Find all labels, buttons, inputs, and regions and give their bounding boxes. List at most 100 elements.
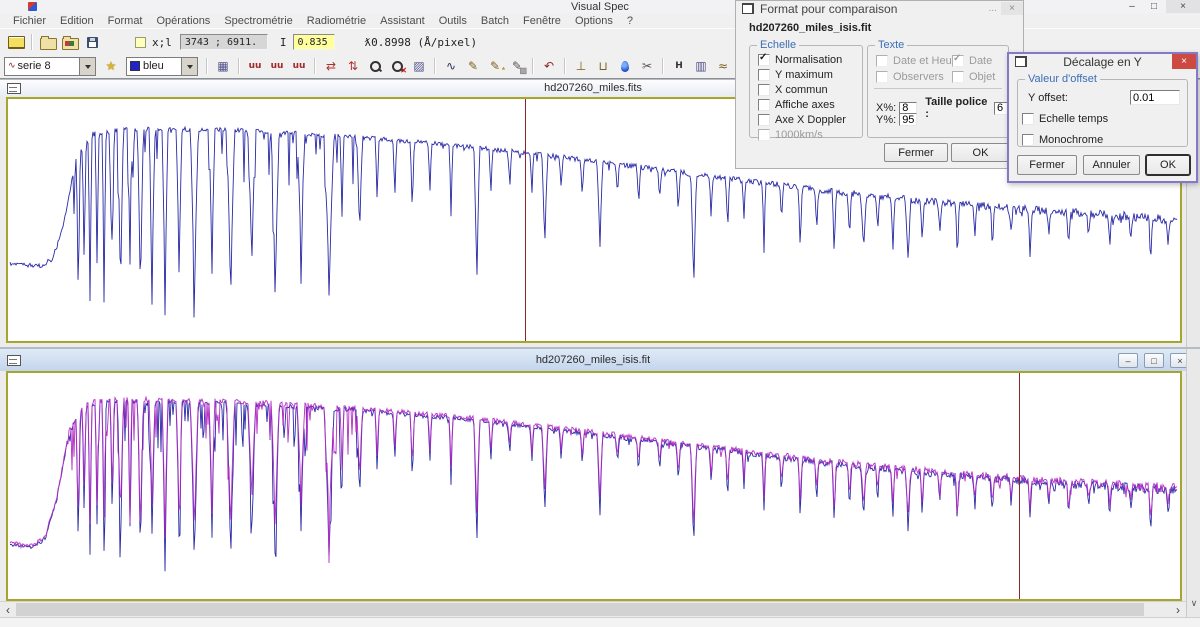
overlay-series-1-icon[interactable]: uu [245, 57, 265, 76]
response-pencil-icon[interactable]: ✎▨ [507, 57, 527, 76]
checkbox-icon: ✓ [952, 55, 964, 67]
texte-option-date: ✓Date [952, 54, 1008, 67]
format-dialog-title-bar[interactable]: Format pour comparaison ... × [736, 1, 1023, 16]
series-select[interactable]: ∿ serie 8 [4, 57, 96, 76]
menu-item-spectrom-trie[interactable]: Spectrométrie [217, 15, 299, 27]
color-select[interactable]: bleu [126, 57, 198, 76]
window2-maximize-button[interactable]: □ [1144, 353, 1164, 368]
format-fermer-button[interactable]: Fermer [884, 143, 948, 162]
scrollbar-thumb[interactable] [16, 603, 1144, 616]
scrollbar-track[interactable] [16, 602, 1170, 617]
close-button[interactable]: × [1166, 0, 1200, 13]
format-dialog-close-icon[interactable]: × [1001, 2, 1023, 15]
y-percent-input[interactable] [899, 113, 917, 126]
shift-x-icon[interactable]: ⇄ [321, 57, 341, 76]
checkbox-icon [952, 71, 964, 83]
checkbox-icon[interactable] [1022, 113, 1034, 125]
offset-option-monochrome[interactable]: Monochrome [1022, 133, 1187, 146]
window2-edge-strip: ∨ [1186, 349, 1200, 617]
menu-item-help[interactable]: ? [620, 15, 640, 27]
maximize-button[interactable]: □ [1144, 0, 1164, 13]
echelle-option-affiche-axes[interactable]: Affiche axes [758, 98, 862, 111]
offset-ok-button[interactable]: OK [1146, 155, 1190, 175]
wand-icon[interactable]: ★ [101, 57, 121, 76]
spectrum-plot-2[interactable] [6, 371, 1182, 601]
minimize-button[interactable]: – [1122, 0, 1142, 13]
open-profile-icon[interactable] [38, 33, 58, 52]
data-table-icon[interactable]: ▦ [213, 57, 233, 76]
window2-minimize-button[interactable]: – [1118, 353, 1138, 368]
menu-item-outils[interactable]: Outils [432, 15, 474, 27]
window2-title: hd207260_miles_isis.fit [0, 354, 1186, 366]
menu-item-op-rations[interactable]: Opérations [150, 15, 218, 27]
menu-item-batch[interactable]: Batch [474, 15, 516, 27]
marker-checkbox[interactable] [135, 37, 146, 48]
slope-pencil-icon[interactable]: ✎ [463, 57, 483, 76]
smooth-icon[interactable]: ≈ [713, 57, 733, 76]
font-size-input[interactable] [994, 102, 1008, 115]
echelle-option-normalisation[interactable]: ✓ Normalisation [758, 53, 862, 66]
checkbox-icon[interactable]: ✓ [758, 54, 770, 66]
wavelength-cursor-2 [1019, 373, 1020, 599]
offset-option-echelle-temps[interactable]: Echelle temps [1022, 112, 1187, 125]
offset-annuler-button[interactable]: Annuler [1083, 155, 1140, 175]
menu-item-fichier[interactable]: Fichier [6, 15, 53, 27]
offset-fermer-button[interactable]: Fermer [1017, 155, 1077, 175]
open-compare-icon[interactable] [60, 33, 80, 52]
app-icon [28, 2, 37, 11]
checkbox-label: Objet [969, 71, 995, 83]
series-drawer-icon[interactable] [6, 33, 26, 52]
continuum-icon[interactable]: ⊔ [593, 57, 613, 76]
scroll-right-icon[interactable]: › [1170, 602, 1186, 617]
save-icon[interactable] [82, 33, 102, 52]
menu-item-radiom-trie[interactable]: Radiométrie [300, 15, 373, 27]
color-dropdown-arrow-icon[interactable] [181, 58, 197, 75]
echelle-option-x-commun[interactable]: X commun [758, 83, 862, 96]
checkbox-icon[interactable] [758, 84, 770, 96]
format-ok-button[interactable]: OK [951, 143, 1010, 162]
y-offset-input[interactable] [1130, 90, 1180, 105]
checkbox-label: Observers [893, 71, 944, 83]
horizontal-scrollbar[interactable]: ‹ › [0, 601, 1186, 617]
menu-item-fen-tre[interactable]: Fenêtre [516, 15, 568, 27]
shift-y-icon[interactable]: ⇅ [343, 57, 363, 76]
scroll-down-icon[interactable]: ∨ [1187, 598, 1200, 609]
y-percent-label: Y%: [876, 114, 896, 126]
checkbox-icon[interactable] [758, 69, 770, 81]
peaks-search-icon[interactable]: ∿ [441, 57, 461, 76]
scroll-left-icon[interactable]: ‹ [0, 602, 16, 617]
echelle-option-axe-x-doppler[interactable]: Axe X Doppler [758, 113, 862, 126]
unzoom-icon[interactable]: ✕ [387, 57, 407, 76]
undo-curve-icon[interactable]: ↶ [539, 57, 559, 76]
checkbox-icon [876, 55, 888, 67]
checkbox-icon[interactable] [758, 99, 770, 111]
checkbox-icon[interactable] [758, 114, 770, 126]
overlay-series-3-icon[interactable]: uu [289, 57, 309, 76]
checkbox-label: X commun [775, 84, 828, 96]
intensity-label: I [280, 36, 287, 49]
filter-icon[interactable]: ▥ [691, 57, 711, 76]
options-icon[interactable]: ... [985, 3, 1001, 14]
overlay-series-2-icon[interactable]: uu [267, 57, 287, 76]
checkbox-icon[interactable] [1022, 134, 1034, 146]
echelle-option-y-maximum[interactable]: Y maximum [758, 68, 862, 81]
checkbox-label: Normalisation [775, 54, 842, 66]
zoom-icon[interactable] [365, 57, 385, 76]
echelle-group: Echelle ✓NormalisationY maximumX communA… [749, 45, 863, 138]
coord-label: x;l [152, 36, 172, 49]
offset-dialog-title-bar[interactable]: Décalage en Y × [1009, 54, 1196, 69]
element-lines-icon[interactable]: H [669, 57, 689, 76]
color-select-value: bleu [143, 60, 164, 72]
flip-image-icon[interactable]: ▨ [409, 57, 429, 76]
menu-item-format[interactable]: Format [101, 15, 150, 27]
baseline-icon[interactable]: ⊥ [571, 57, 591, 76]
window2-title-bar[interactable]: hd207260_miles_isis.fit – □ × [0, 349, 1186, 371]
menu-item-assistant[interactable]: Assistant [373, 15, 432, 27]
menu-item-options[interactable]: Options [568, 15, 620, 27]
water-drop-icon[interactable] [615, 57, 635, 76]
crop-icon[interactable]: ✂ [637, 57, 657, 76]
planck-pencil-icon[interactable]: ✎* [485, 57, 505, 76]
series-dropdown-arrow-icon[interactable] [79, 58, 95, 75]
visual-spec-app: { "app": {"title": "Visual Spec"}, "ui":… [0, 0, 1200, 626]
menu-item-edition[interactable]: Edition [53, 15, 101, 27]
